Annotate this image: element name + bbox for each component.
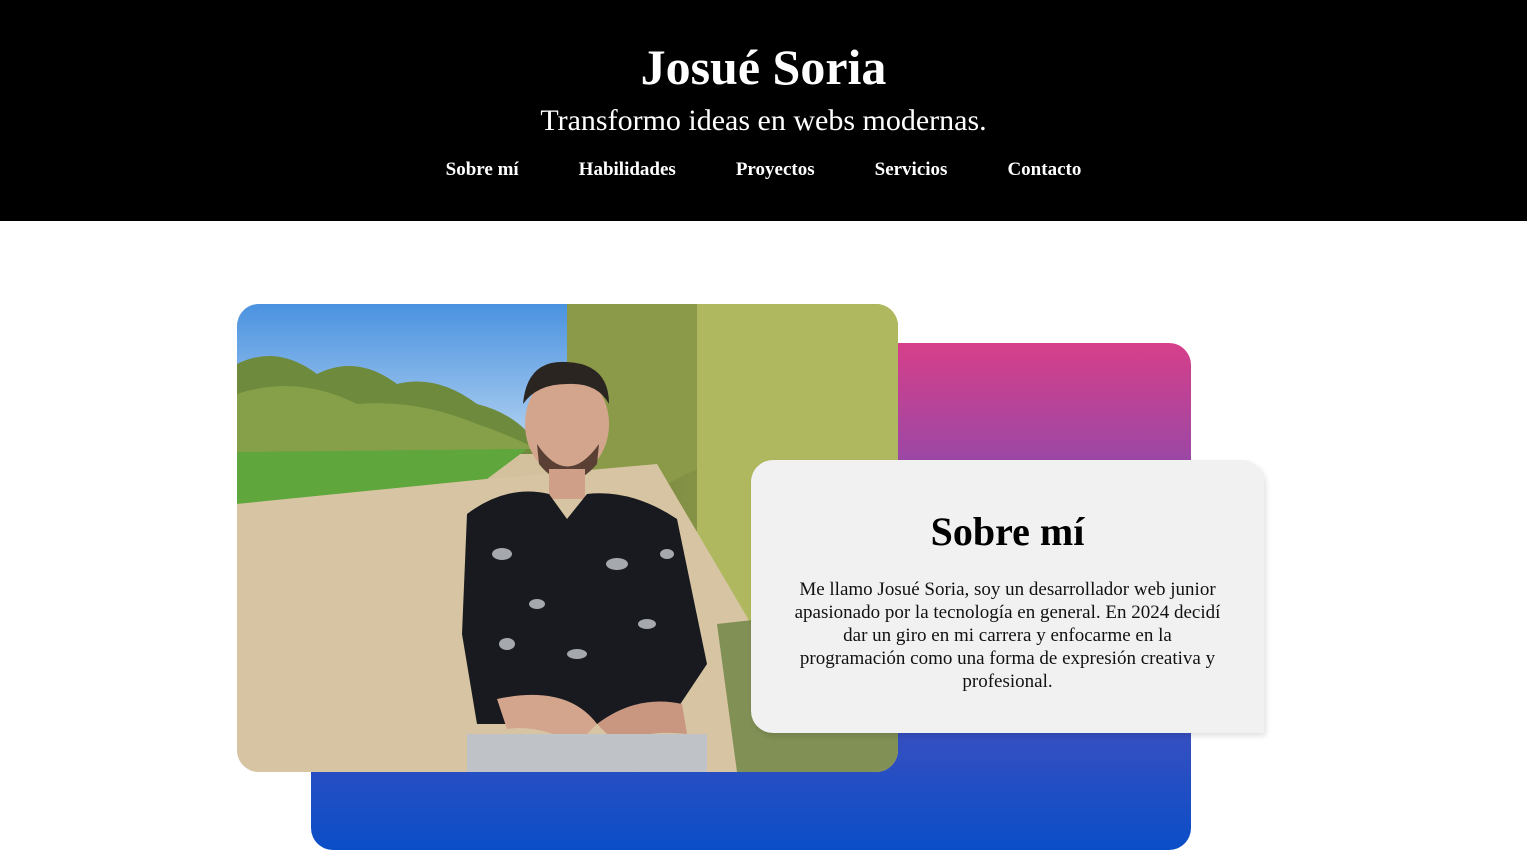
nav-link-proyectos[interactable]: Proyectos — [706, 157, 845, 183]
site-title: Josué Soria — [640, 39, 887, 95]
nav-link-contacto[interactable]: Contacto — [977, 157, 1111, 183]
about-paragraph: Me llamo Josué Soria, soy un desarrollad… — [794, 579, 1221, 692]
main-nav: Sobre mí Habilidades Proyectos Servicios… — [0, 157, 1527, 183]
nav-link-sobre-mi[interactable]: Sobre mí — [416, 157, 549, 183]
site-tagline: Transformo ideas en webs modernas. — [540, 104, 987, 137]
nav-link-servicios[interactable]: Servicios — [845, 157, 978, 183]
site-header: Josué Soria Transformo ideas en webs mod… — [0, 0, 1527, 221]
about-card: Sobre mí Me llamo Josué Soria, soy un de… — [751, 460, 1264, 733]
about-heading: Sobre mí — [930, 509, 1085, 554]
nav-link-habilidades[interactable]: Habilidades — [549, 157, 706, 183]
